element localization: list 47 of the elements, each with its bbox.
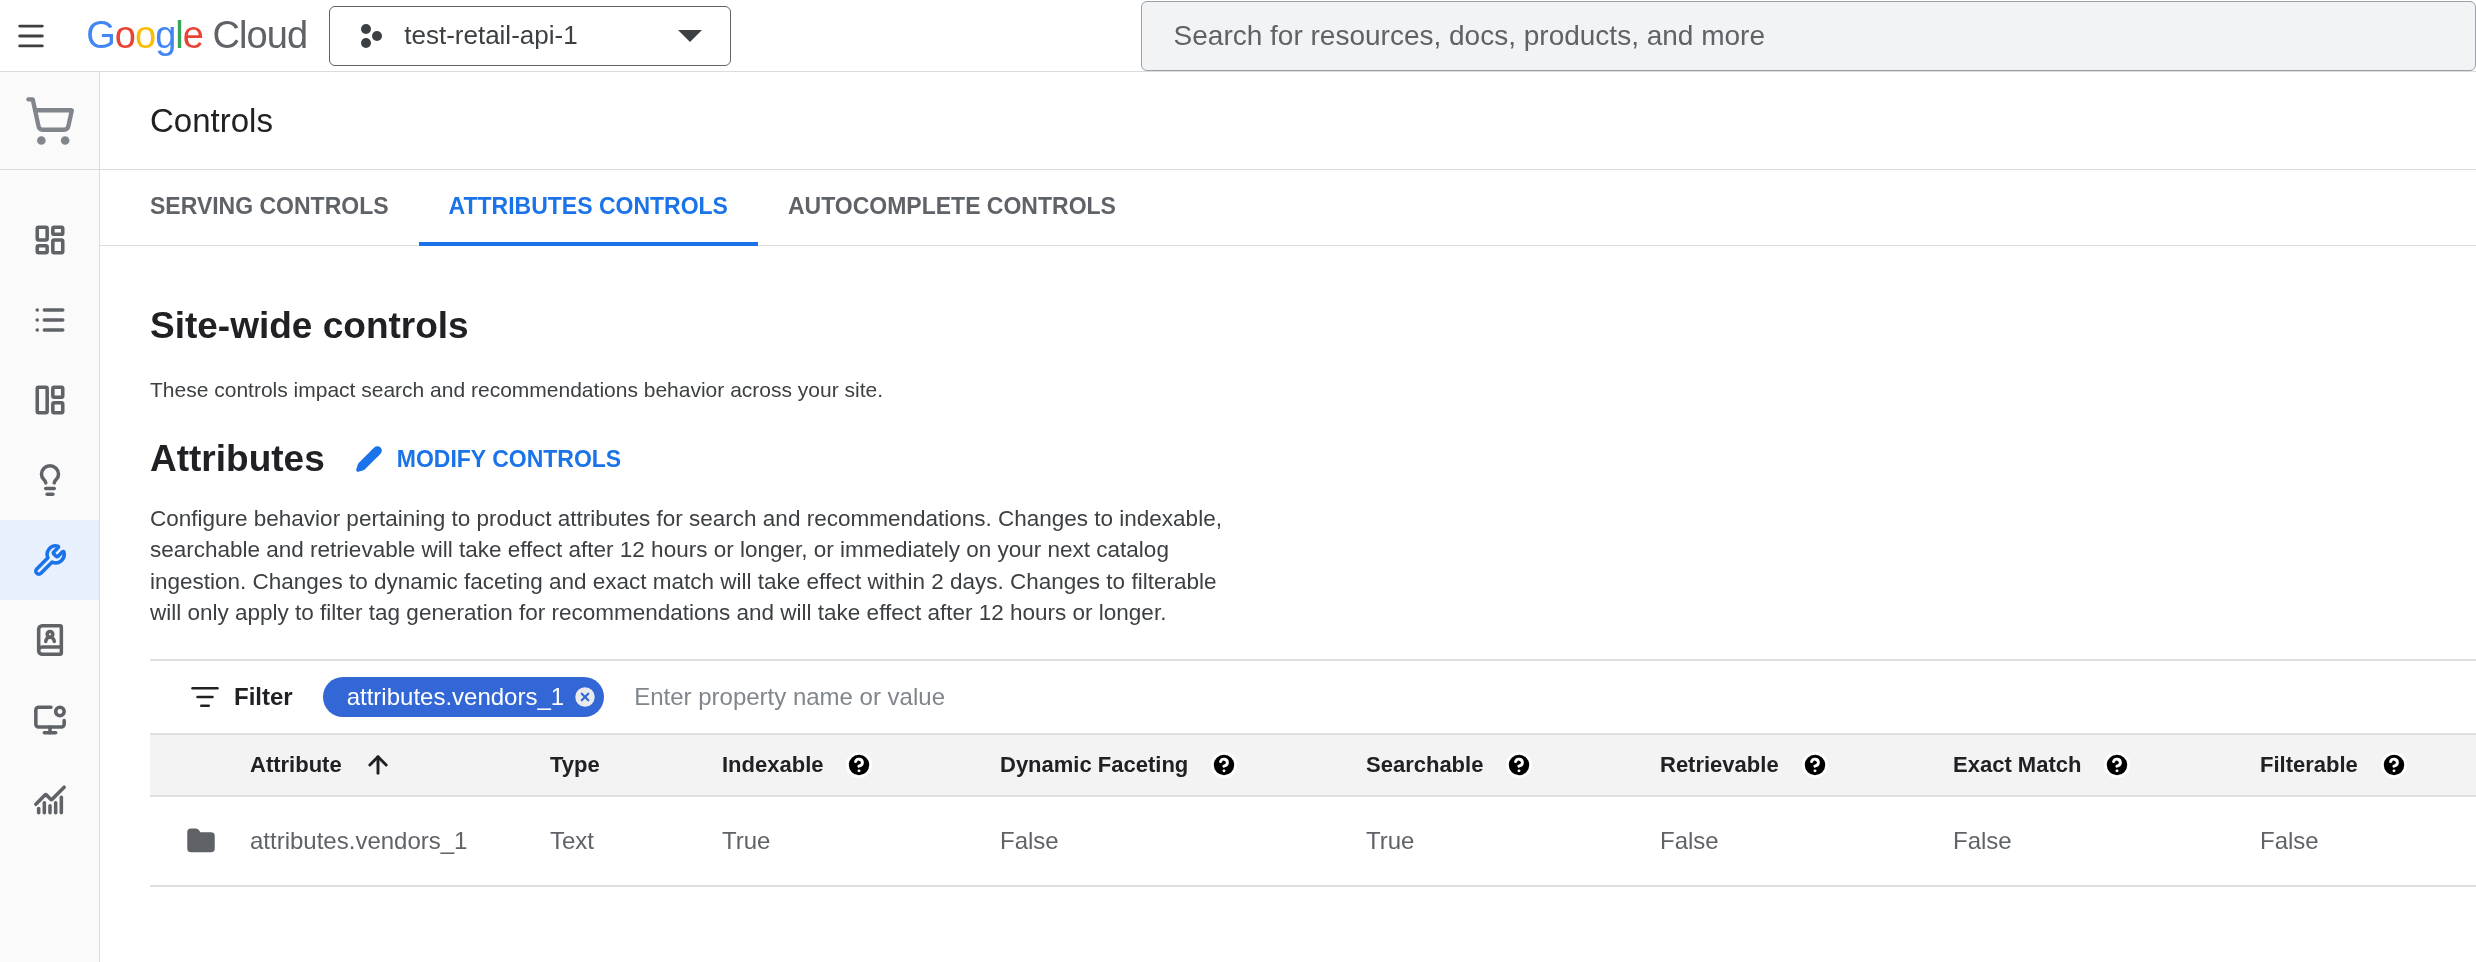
table-cell-text: False (1660, 825, 1719, 856)
hexagons-icon (358, 22, 385, 49)
search-field[interactable]: Search for resources, docs, products, and more (1140, 0, 2476, 71)
tab[interactable]: SERVING CONTROLS (120, 170, 419, 246)
page-title: Controls (150, 100, 273, 141)
column-header[interactable]: Exact Match (1953, 748, 2132, 781)
column-header[interactable]: Retrievable (1660, 748, 1829, 781)
monitor-chart-icon (32, 703, 67, 737)
table-cell-text: True (1366, 825, 1415, 856)
table-cell-text: False (1953, 825, 2012, 856)
wrench-icon (32, 543, 67, 577)
attributes-description: Configure behavior pertaining to product attributes for search and recommendations. Changes to indexable, searchable and retrievable will take effect after 12 hours or longer, or immediately on your next catalog ingestion. Changes to dynamic faceting and exact match will take effect within 2 days. Changes to filterable will only apply to filter tag generation for recommendations and will take effect after 12 hours or longer. (150, 504, 1223, 627)
filter-chip[interactable]: attributes.vendors_1 (322, 676, 605, 717)
help-icon (1505, 750, 1534, 779)
table-cell-text: Text (550, 825, 594, 856)
tab[interactable]: ATTRIBUTES CONTROLS (418, 170, 758, 246)
line-chart-icon (32, 783, 67, 817)
column-header[interactable]: Filterable (2260, 748, 2408, 781)
column-header[interactable]: Attribute (250, 748, 392, 781)
dropdown-caret-icon (677, 29, 702, 42)
help-icon (1210, 750, 1239, 779)
table-cell-text: False (1000, 825, 1059, 856)
table-cell-text: attributes.vendors_1 (250, 825, 468, 856)
modify-controls-button[interactable]: MODIFY CONTROLS (354, 441, 622, 476)
help-icon (2379, 750, 2408, 779)
section-title: Attributes (150, 437, 325, 481)
logo[interactable]: Google Cloud (86, 14, 308, 56)
pencil-icon (354, 444, 383, 473)
filter-button[interactable]: Filter (190, 678, 293, 715)
panel-icon (32, 383, 67, 417)
table-cell-text: True (722, 825, 771, 856)
cart-icon (23, 94, 76, 147)
table-cell-text: False (2260, 825, 2319, 856)
column-header[interactable]: Searchable (1366, 748, 1534, 781)
section-title: Site-wide controls (150, 304, 470, 348)
project-picker[interactable]: test-retail-api-1 (329, 5, 731, 66)
help-icon (1800, 750, 1829, 779)
column-header[interactable]: Type (550, 748, 600, 781)
column-header[interactable]: Indexable (722, 748, 874, 781)
dashboard-icon (32, 223, 67, 257)
filter-input[interactable]: Enter property name or value (634, 678, 1235, 715)
help-icon (2103, 750, 2132, 779)
sidebar-item[interactable] (0, 520, 99, 600)
section-description: These controls impact search and recommendations behavior across your site. (150, 376, 884, 403)
column-header[interactable]: Dynamic Faceting (1000, 748, 1239, 781)
help-icon (845, 750, 874, 779)
tab[interactable]: AUTOCOMPLETE CONTROLS (757, 170, 1146, 246)
